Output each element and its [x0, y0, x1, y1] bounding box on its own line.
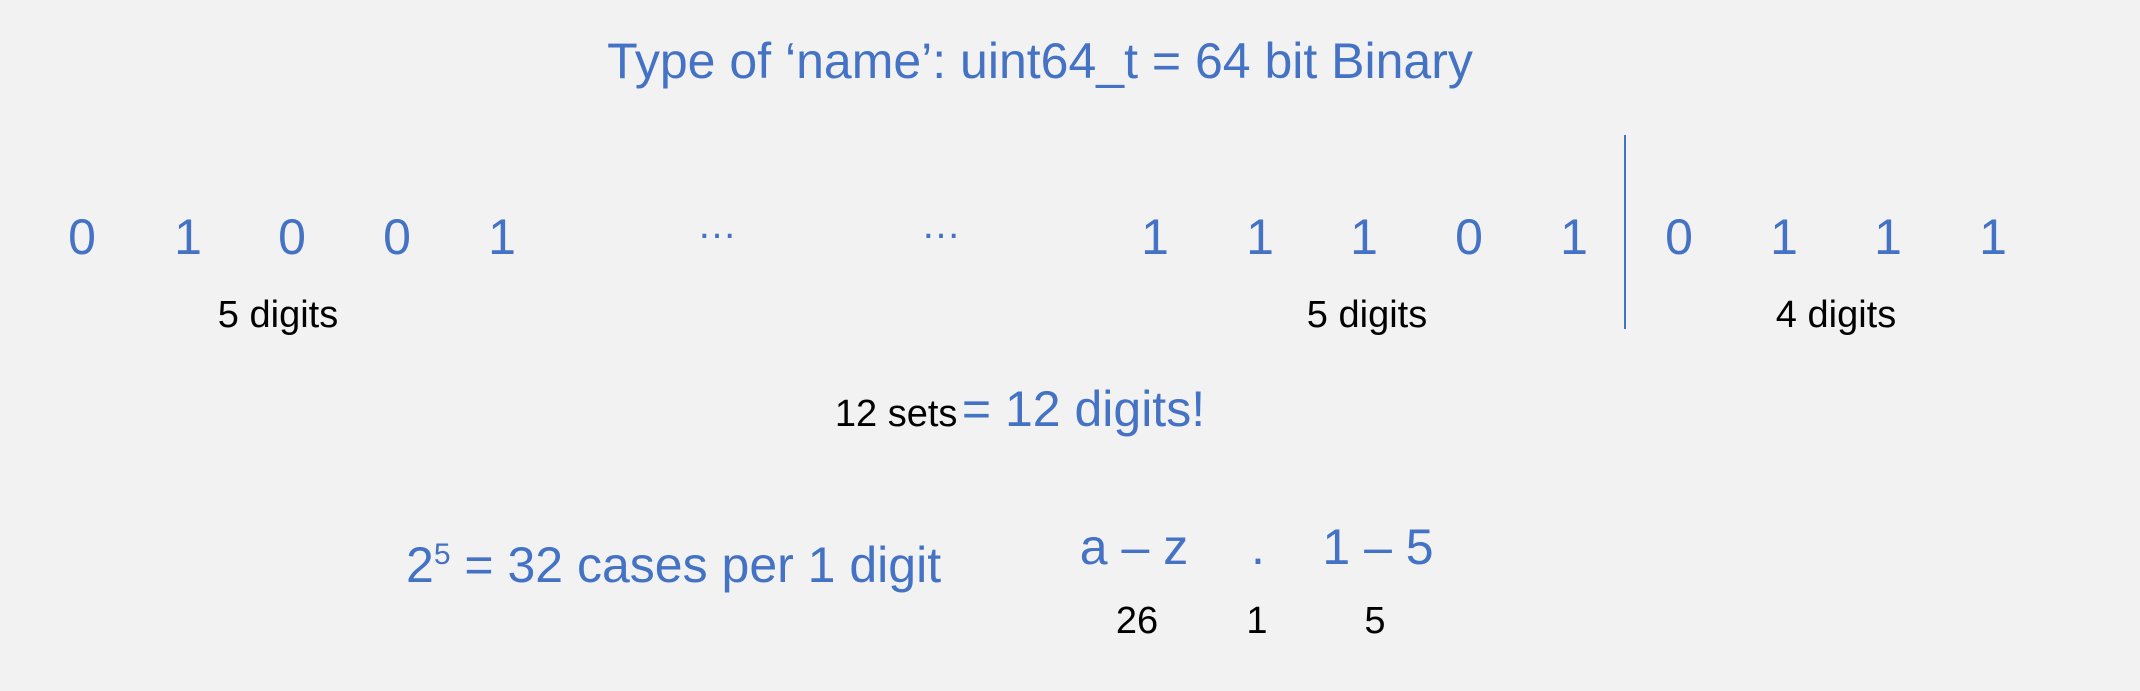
page-title: Type of ‘name’: uint64_t = 64 bit Binary [607, 33, 1473, 89]
bit-digit: 1 [1770, 209, 1798, 265]
bit-digit: 1 [1874, 209, 1902, 265]
sets-result: = 12 digits! [961, 381, 1206, 437]
char-count-letters: 26 [1115, 600, 1159, 642]
char-count-dot: 1 [1246, 600, 1268, 642]
sets-label: 12 sets [834, 393, 958, 435]
cases-base: 2 [406, 537, 434, 593]
bit-digit: 0 [1665, 209, 1693, 265]
bit-digit: 1 [1246, 209, 1274, 265]
cases-text: = 32 cases per 1 digit [464, 537, 942, 593]
bit-digit: 1 [1560, 209, 1588, 265]
cases-exponent: 5 [433, 538, 451, 571]
group-label-tail: 4 digits [1775, 294, 1897, 336]
sets-summary: 12 sets = 12 digits! [0, 384, 2040, 434]
bit-digit: 0 [383, 209, 411, 265]
group-divider [1624, 135, 1626, 329]
bit-digit: 0 [68, 209, 96, 265]
bit-digit: 1 [488, 209, 516, 265]
char-range-digits: 1 – 5 [1322, 519, 1434, 575]
ellipsis: … [697, 203, 737, 247]
char-count-digits: 5 [1364, 600, 1386, 642]
bit-digit: 0 [278, 209, 306, 265]
cases-formula: 25 = 32 cases per 1 digit [406, 537, 942, 593]
group-label-first: 5 digits [217, 294, 339, 336]
bit-digit: 1 [1979, 209, 2007, 265]
group-label-last: 5 digits [1306, 294, 1428, 336]
bit-digit: 1 [1350, 209, 1378, 265]
bit-digit: 0 [1455, 209, 1483, 265]
bit-digit: 1 [174, 209, 202, 265]
bit-digit: 1 [1141, 209, 1169, 265]
ellipsis: … [921, 203, 961, 247]
